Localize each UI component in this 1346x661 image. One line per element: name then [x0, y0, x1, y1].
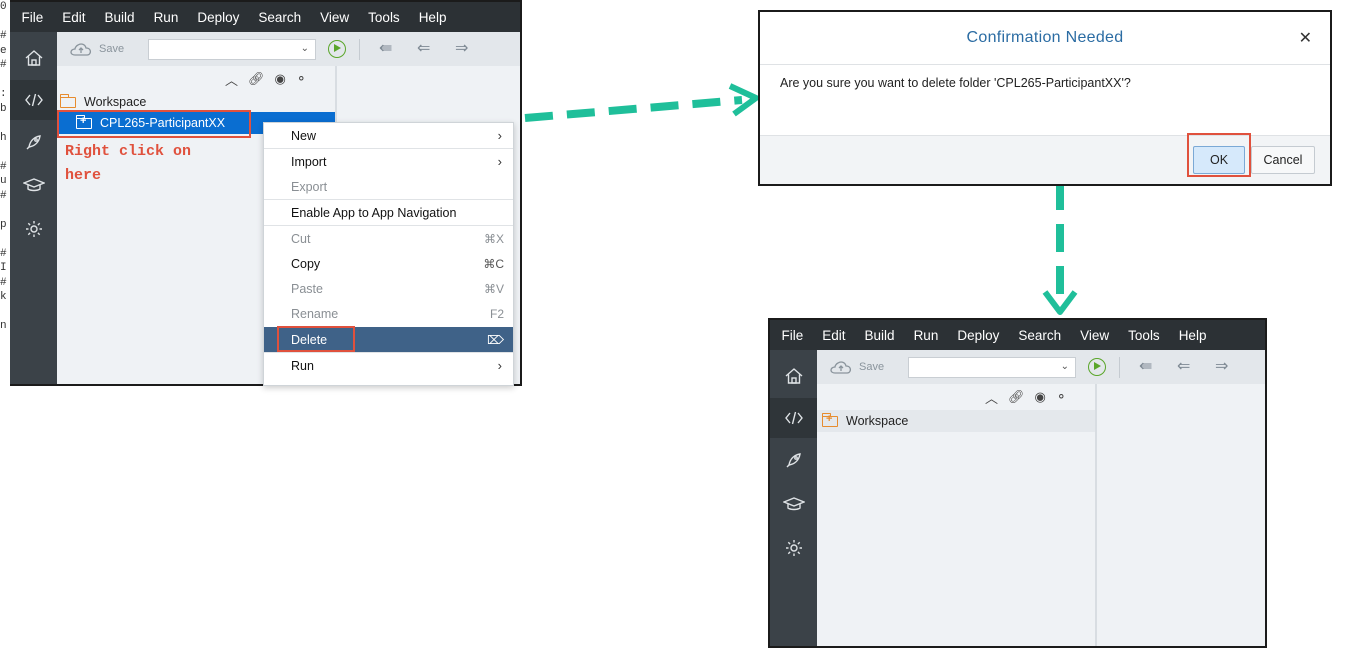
- back-arrow-icon[interactable]: ⇐: [1177, 356, 1190, 376]
- rocket-icon[interactable]: [770, 440, 817, 480]
- run-icon[interactable]: [1088, 358, 1106, 376]
- menu-help[interactable]: Help: [1169, 328, 1216, 343]
- menubar: File Edit Build Run Deploy Search View T…: [770, 320, 1265, 350]
- gear-icon[interactable]: [770, 528, 817, 568]
- menu-tools[interactable]: Tools: [1119, 328, 1170, 343]
- workspace-tree: ︿ 🔗︎ ◉ ⚬ Workspace: [817, 384, 1096, 646]
- arrow-down: [1042, 182, 1078, 315]
- folder-plus-icon: [821, 413, 838, 428]
- tree-item-workspace[interactable]: Workspace: [817, 410, 1095, 432]
- link-icon[interactable]: 🔗︎: [1008, 389, 1025, 405]
- save-button[interactable]: Save: [829, 350, 884, 384]
- sidebar: [770, 350, 817, 646]
- arrow-right: [524, 83, 759, 122]
- highlight-ok: [1187, 133, 1251, 177]
- menu-edit[interactable]: Edit: [813, 328, 855, 343]
- collapse-icon[interactable]: ︿: [985, 388, 998, 407]
- menu-view[interactable]: View: [1071, 328, 1119, 343]
- menu-run[interactable]: Run: [904, 328, 948, 343]
- eye-icon[interactable]: ◉: [1035, 389, 1046, 405]
- home-icon[interactable]: [770, 356, 817, 396]
- toolbar: Save ⌄ ⇚ ⇐ ⇒: [817, 350, 1265, 385]
- workspace-label: Workspace: [846, 414, 909, 428]
- ide-window-after: File Edit Build Run Deploy Search View T…: [768, 318, 1267, 648]
- code-icon[interactable]: [770, 398, 817, 438]
- forward-arrow-icon[interactable]: ⇒: [1215, 356, 1228, 376]
- binoculars-icon[interactable]: ⚬: [1056, 389, 1067, 405]
- toolbar-divider: [1119, 357, 1120, 378]
- editor-area: [1096, 384, 1265, 646]
- save-label: Save: [859, 361, 885, 373]
- menu-build[interactable]: Build: [855, 328, 904, 343]
- chevron-down-icon: ⌄: [1060, 361, 1069, 372]
- tree-tools: ︿ 🔗︎ ◉ ⚬: [985, 384, 1067, 410]
- run-config-select[interactable]: ⌄: [908, 357, 1076, 378]
- dialog-message: Are you sure you want to delete folder '…: [780, 76, 1131, 90]
- close-icon[interactable]: ✕: [1299, 28, 1312, 48]
- graduation-cap-icon[interactable]: [770, 484, 817, 524]
- last-edit-icon[interactable]: ⇚: [1139, 356, 1152, 376]
- menu-search[interactable]: Search: [1009, 328, 1071, 343]
- menu-file[interactable]: File: [772, 328, 813, 343]
- menu-deploy[interactable]: Deploy: [948, 328, 1009, 343]
- cancel-button[interactable]: Cancel: [1251, 146, 1315, 174]
- dialog-title: Confirmation Needed: [760, 12, 1330, 65]
